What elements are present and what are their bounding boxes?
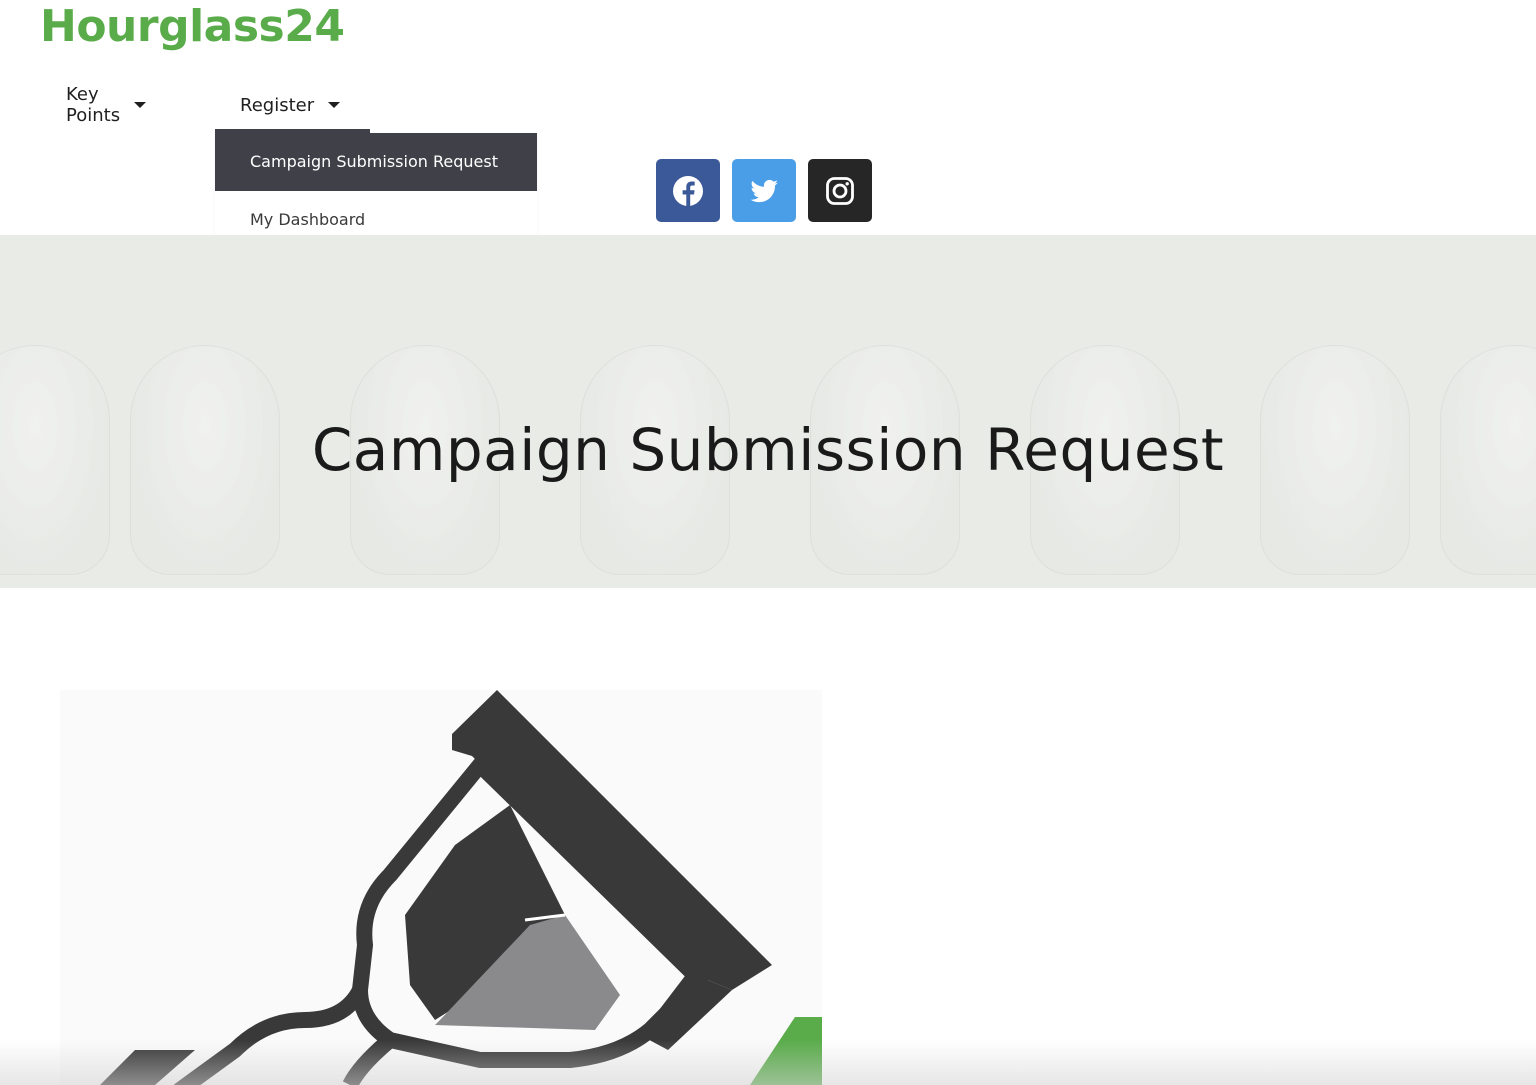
facebook-icon [673, 175, 703, 206]
instagram-button[interactable] [808, 159, 872, 222]
twitter-button[interactable] [732, 159, 796, 222]
dropdown-item-campaign-submission-request[interactable]: Campaign Submission Request [215, 133, 537, 191]
nav-item-label: Register [240, 94, 315, 116]
nav-item-label: Key Points [66, 84, 121, 126]
site-logo[interactable]: Hourglass24 [40, 0, 345, 54]
page-hero-banner: Campaign Submission Request [0, 235, 1536, 588]
nav-item-register[interactable]: Register [240, 84, 341, 126]
facebook-button[interactable] [656, 159, 720, 222]
instagram-icon [826, 176, 854, 205]
hourglass-logo-icon [100, 690, 822, 1085]
bottom-fade [0, 1040, 1536, 1085]
register-dropdown-menu: Campaign Submission Request My Dashboard [215, 133, 537, 249]
twitter-icon [750, 179, 778, 202]
caret-down-icon [134, 102, 147, 108]
page-title: Campaign Submission Request [311, 416, 1225, 484]
caret-down-icon [328, 102, 341, 108]
hourglass-feature-image [60, 690, 822, 1085]
nav-item-key-points[interactable]: Key Points [66, 84, 147, 126]
